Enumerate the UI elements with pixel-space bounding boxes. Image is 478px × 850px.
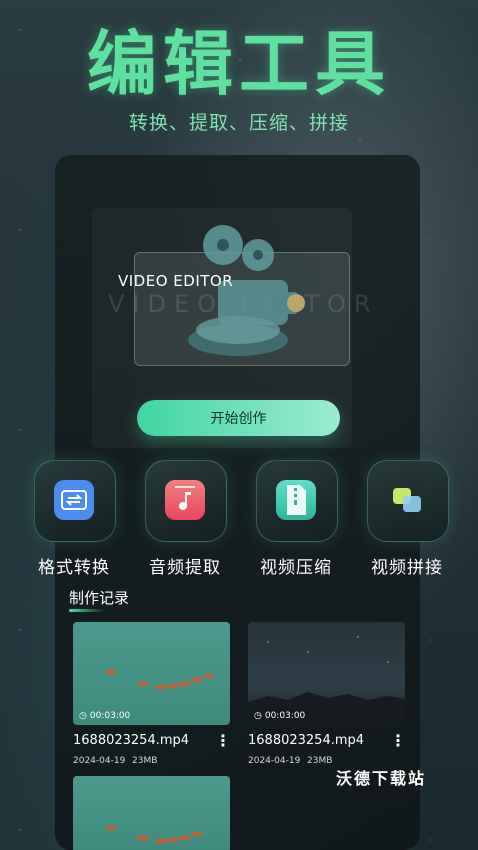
- banner-label: VIDEO EDITOR: [118, 272, 234, 290]
- duration-label: ◷ 00:03:00: [254, 711, 306, 721]
- records-title-underline: [69, 609, 105, 612]
- tool-video-compress[interactable]: [256, 460, 338, 542]
- page-title: 编辑工具: [87, 23, 391, 105]
- audio-extract-icon: [165, 480, 205, 520]
- more-options-icon[interactable]: ⋮: [215, 733, 231, 749]
- tool-format-convert[interactable]: [34, 460, 116, 542]
- start-create-button[interactable]: 开始创作: [137, 400, 340, 436]
- watermark: 沃德下载站: [336, 769, 427, 788]
- clock-icon: ◷: [79, 711, 87, 721]
- record-name: 1688023254.mp4: [73, 733, 190, 748]
- page-subtitle: 转换、提取、压缩、拼接: [128, 112, 349, 134]
- tool-audio-extract[interactable]: [145, 460, 227, 542]
- record-date: 2024-04-19: [248, 756, 301, 766]
- record-size: 23MB: [307, 756, 333, 766]
- clock-icon: ◷: [254, 711, 262, 721]
- tool-label-format-convert: 格式转换: [38, 558, 110, 578]
- record-date: 2024-04-19: [73, 756, 126, 766]
- record-thumbnail[interactable]: ◷ 00:03:00: [73, 622, 230, 725]
- more-options-icon[interactable]: ⋮: [390, 733, 406, 749]
- night-sky-image: [248, 636, 405, 725]
- kayaks-image: [105, 669, 214, 690]
- video-compress-icon: [276, 480, 316, 520]
- format-convert-icon: [54, 480, 94, 520]
- film-projector-icon: [188, 225, 305, 356]
- tool-label-video-merge: 视频拼接: [371, 558, 443, 578]
- duration-label: ◷ 00:03:00: [79, 711, 131, 721]
- video-merge-icon: [387, 480, 427, 520]
- record-size: 23MB: [132, 756, 158, 766]
- tool-label-video-compress: 视频压缩: [260, 558, 332, 578]
- tool-label-audio-extract: 音频提取: [149, 558, 221, 578]
- kayaks-image: [105, 825, 203, 844]
- records-title: 制作记录: [69, 589, 130, 607]
- record-thumbnail[interactable]: [73, 776, 230, 850]
- record-name: 1688023254.mp4: [248, 733, 365, 748]
- tool-video-merge[interactable]: [367, 460, 449, 542]
- record-thumbnail[interactable]: ◷ 00:03:00: [248, 622, 405, 725]
